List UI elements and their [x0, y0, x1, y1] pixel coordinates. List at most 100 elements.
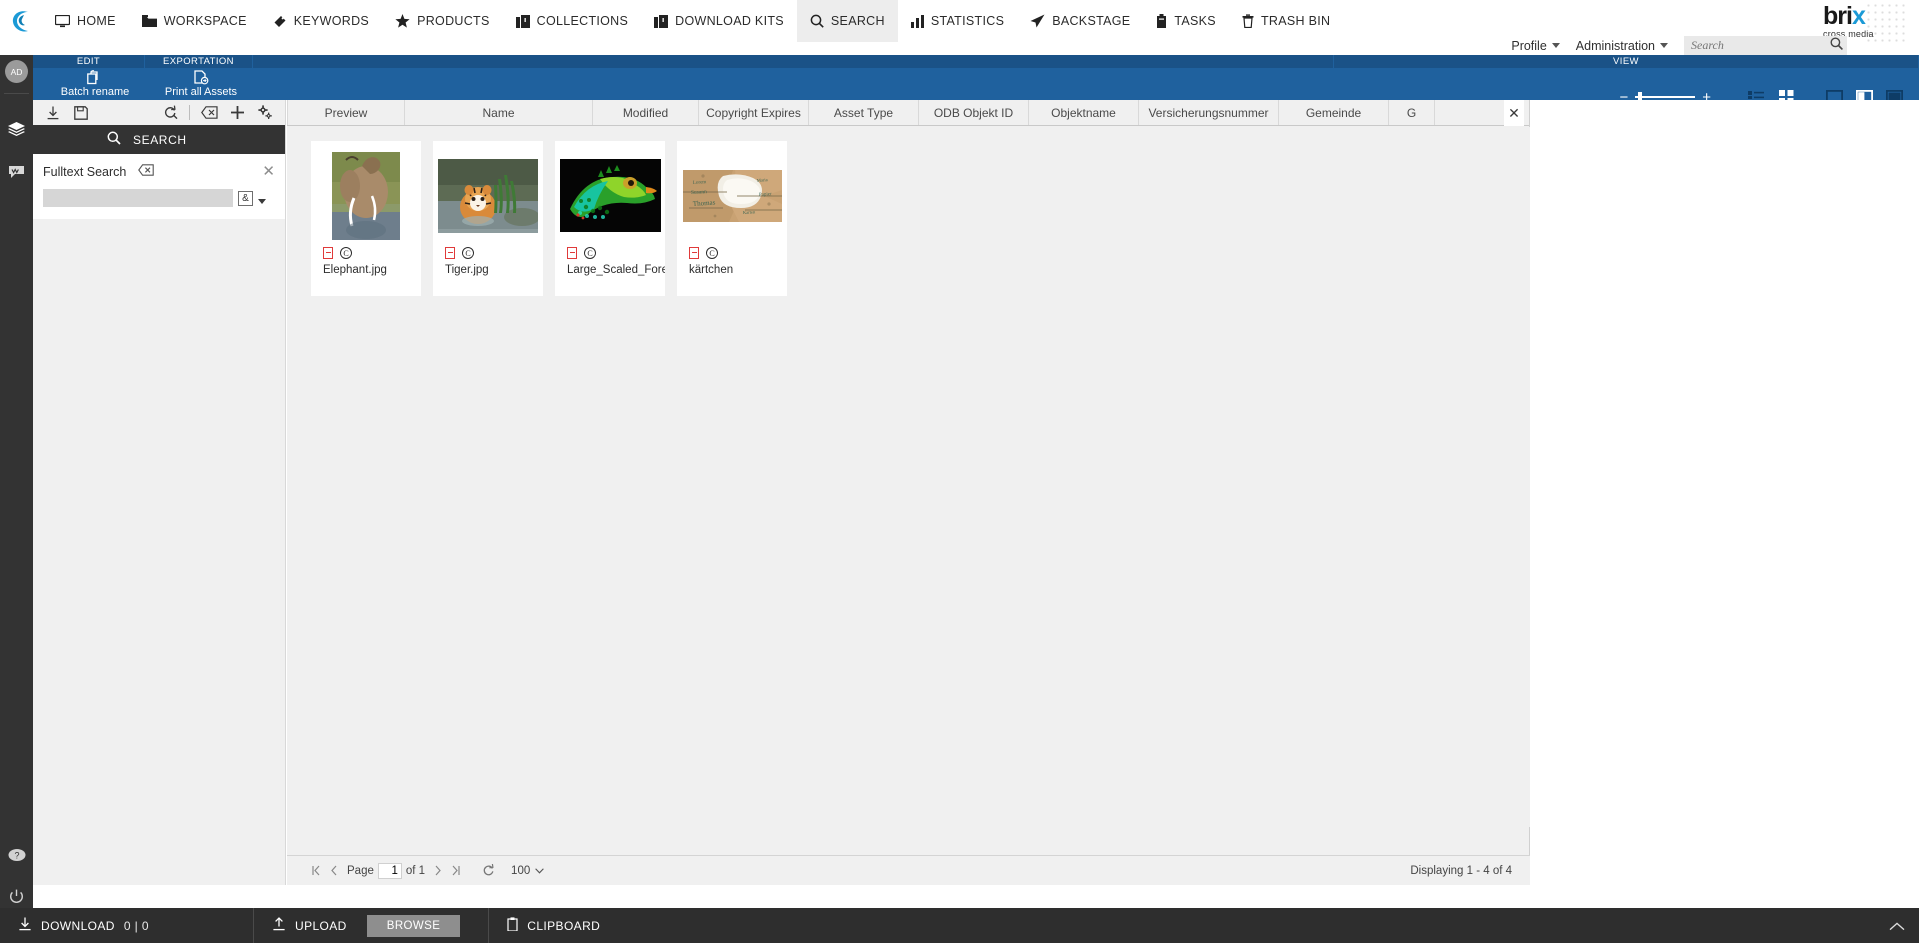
page-number-input[interactable] — [377, 862, 402, 879]
column-preview[interactable]: Preview — [287, 100, 405, 125]
column-versicherungsnummer[interactable]: Versicherungsnummer — [1139, 100, 1279, 125]
asset-name: Tiger.jpg — [445, 264, 489, 276]
power-icon — [9, 889, 24, 909]
clear-search-icon[interactable] — [195, 100, 223, 125]
download-search-icon[interactable] — [39, 100, 67, 125]
global-search-input[interactable] — [1691, 38, 1830, 53]
column-objektname[interactable]: Objektname — [1029, 100, 1139, 125]
copyright-badge-icon: C — [462, 247, 474, 259]
search-icon[interactable] — [1830, 37, 1843, 55]
nav-item-tasks[interactable]: TASKS — [1143, 0, 1229, 42]
profile-menu[interactable]: Profile — [1511, 38, 1560, 53]
asset-card[interactable]: Lorem Susann Thomas Maria Papier Karten … — [677, 141, 787, 296]
copyright-badge-icon: C — [340, 247, 352, 259]
search-panel: SEARCH Fulltext Search ✕ & — [33, 100, 286, 885]
asset-thumbnail[interactable]: Lorem Susann Thomas Maria Papier Karten — [677, 141, 787, 241]
rail-divider — [4, 93, 29, 94]
ribbon-tab-exportation[interactable]: EXPORTATION — [145, 55, 253, 68]
column-gemeinde[interactable]: Gemeinde — [1279, 100, 1389, 125]
nav-item-trash-bin[interactable]: TRASH BIN — [1229, 0, 1343, 42]
footer-bar: DOWNLOAD 0 | 0 UPLOAD BROWSE CLIPBOARD — [0, 908, 1919, 943]
nav-label: SEARCH — [830, 14, 885, 28]
upload-button[interactable]: UPLOAD — [254, 908, 365, 943]
upload-icon — [272, 917, 286, 934]
zoom-slider-track[interactable] — [1635, 92, 1696, 102]
column-modified[interactable]: Modified — [593, 100, 699, 125]
nav-item-collections[interactable]: COLLECTIONS — [503, 0, 642, 42]
chevron-down-icon — [1660, 43, 1668, 48]
fulltext-search-card: Fulltext Search ✕ & — [33, 154, 285, 219]
column-name[interactable]: Name — [405, 100, 593, 125]
briefcase-icon — [515, 14, 530, 28]
fulltext-search-input[interactable] — [43, 189, 233, 207]
rail-item-help[interactable]: ? — [0, 840, 33, 874]
nav-item-home[interactable]: HOME — [42, 0, 129, 42]
asset-card[interactable]: C Tiger.jpg — [433, 141, 543, 296]
column-g[interactable]: G — [1389, 100, 1435, 125]
ribbon-tab-strip: EDIT EXPORTATION VIEW — [33, 55, 1919, 68]
search-icon — [107, 131, 121, 148]
asset-thumbnail[interactable] — [433, 141, 543, 241]
clipboard-label: CLIPBOARD — [527, 918, 601, 933]
ribbon-tab-view[interactable]: VIEW — [1334, 55, 1919, 68]
asset-card[interactable]: C Elephant.jpg — [311, 141, 421, 296]
svg-text:?: ? — [14, 850, 19, 860]
asset-card[interactable]: C Large_Scaled_Fores... — [555, 141, 665, 296]
operator-toggle[interactable]: & — [238, 190, 253, 206]
nav-item-backstage[interactable]: BACKSTAGE — [1017, 0, 1143, 42]
app-logo-icon[interactable] — [0, 0, 42, 42]
chevron-up-icon[interactable] — [1889, 918, 1905, 934]
asset-badges: C — [311, 241, 421, 259]
global-search-box[interactable] — [1684, 36, 1847, 55]
close-columns-icon[interactable]: ✕ — [1504, 100, 1524, 126]
next-page-icon[interactable] — [429, 859, 447, 883]
close-icon[interactable]: ✕ — [262, 164, 275, 179]
rail-item-layers[interactable] — [0, 115, 33, 149]
settings-icon[interactable] — [251, 100, 279, 125]
profile-label: Profile — [1511, 38, 1547, 53]
batch-rename-button[interactable]: Batch rename — [45, 68, 145, 100]
nav-item-statistics[interactable]: STATISTICS — [898, 0, 1017, 42]
browse-button[interactable]: BROWSE — [366, 914, 461, 937]
administration-menu[interactable]: Administration — [1576, 39, 1668, 53]
chevron-down-icon[interactable] — [258, 198, 266, 204]
column-odb-objekt-id[interactable]: ODB Objekt ID — [919, 100, 1029, 125]
nav-item-search[interactable]: SEARCH — [796, 0, 898, 42]
monitor-icon — [55, 14, 70, 28]
column-copyright-expires[interactable]: Copyright Expires — [699, 100, 809, 125]
cardboard-tags-photo: Lorem Susann Thomas Maria Papier Karten — [682, 169, 782, 222]
brand-name: brix — [1823, 2, 1866, 31]
asset-thumbnail[interactable] — [555, 141, 665, 241]
prev-page-icon[interactable] — [325, 859, 343, 883]
copyright-badge-icon: C — [706, 247, 718, 259]
nav-item-products[interactable]: PRODUCTS — [382, 0, 503, 42]
page-size-value: 100 — [511, 864, 531, 877]
ribbon-tab-edit[interactable]: EDIT — [33, 55, 145, 68]
asset-thumbnail[interactable] — [311, 141, 421, 241]
clear-field-icon[interactable] — [138, 163, 155, 181]
avatar[interactable]: AD — [5, 60, 28, 83]
column-asset-type[interactable]: Asset Type — [809, 100, 919, 125]
nav-item-keywords[interactable]: KEYWORDS — [260, 0, 382, 42]
pagination-status: Displaying 1 - 4 of 4 — [1410, 864, 1512, 877]
lizard-photo — [559, 159, 661, 232]
add-criteria-icon[interactable] — [223, 100, 251, 125]
brand-accent-letter: x — [1851, 2, 1866, 31]
nav-item-download-kits[interactable]: DOWNLOAD KITS — [641, 0, 797, 42]
copy-rename-icon — [87, 70, 103, 85]
clipboard-button[interactable]: CLIPBOARD — [489, 908, 618, 943]
page-size-select[interactable]: 100 — [511, 864, 545, 877]
bar-chart-icon — [910, 14, 924, 28]
refresh-search-icon[interactable] — [156, 100, 184, 125]
rail-item-chat[interactable] — [0, 157, 33, 191]
save-search-icon[interactable] — [67, 100, 95, 125]
download-basket-button[interactable]: DOWNLOAD 0 | 0 — [0, 908, 253, 943]
last-page-icon[interactable] — [447, 859, 465, 883]
refresh-icon[interactable] — [479, 859, 497, 883]
fulltext-search-header: Fulltext Search ✕ — [33, 154, 285, 189]
nav-label: KEYWORDS — [293, 14, 370, 28]
page-total-label: of 1 — [405, 864, 426, 877]
first-page-icon[interactable] — [307, 859, 325, 883]
print-all-assets-button[interactable]: Print all Assets — [146, 68, 256, 100]
nav-item-workspace[interactable]: WORKSPACE — [129, 0, 260, 42]
